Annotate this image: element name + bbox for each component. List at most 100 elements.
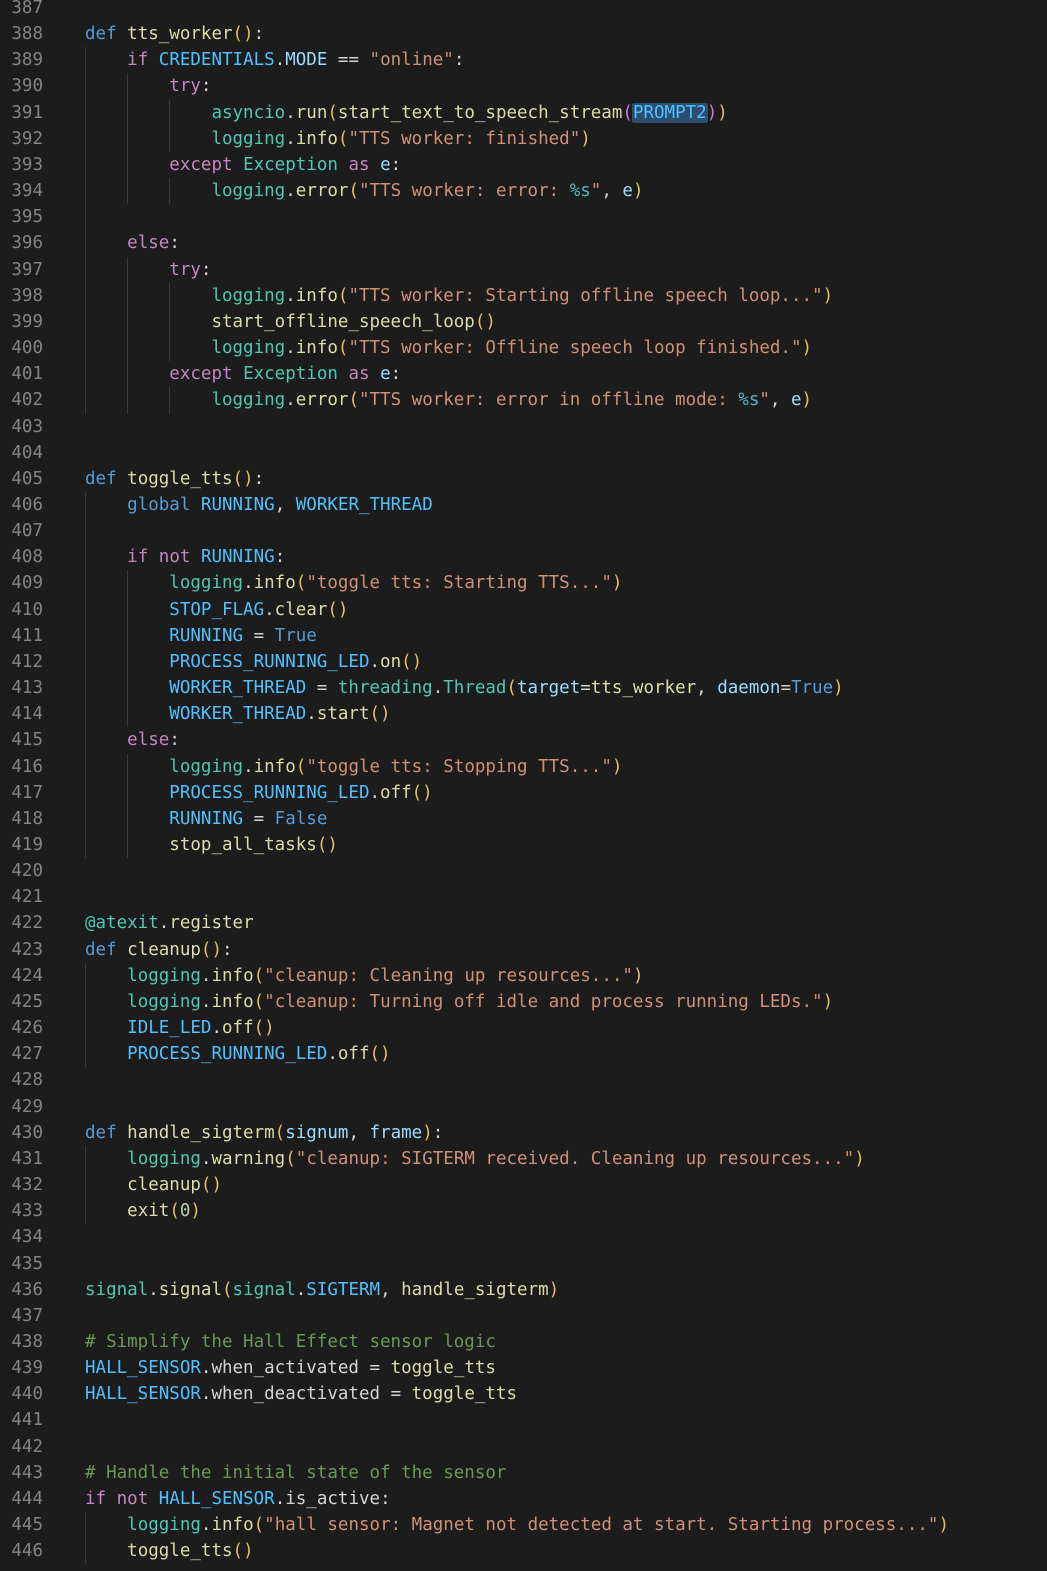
code-line[interactable]: 442 bbox=[0, 1434, 1047, 1460]
code-line[interactable]: 411 RUNNING = True bbox=[0, 622, 1047, 649]
code-line[interactable]: 431 logging.warning("cleanup: SIGTERM re… bbox=[0, 1145, 1047, 1173]
code-line[interactable]: 433 exit(0) bbox=[0, 1198, 1047, 1225]
code-line[interactable]: 426 IDLE_LED.off() bbox=[0, 1015, 1047, 1042]
code-line[interactable]: 443 # Handle the initial state of the sen… bbox=[0, 1460, 1047, 1486]
code-line[interactable]: 419 stop_all_tasks() bbox=[0, 832, 1047, 859]
token-b1: () bbox=[232, 468, 254, 489]
code-line[interactable]: 430 def handle_sigterm(signum, frame): bbox=[0, 1120, 1047, 1146]
code-line[interactable]: 446 toggle_tts() bbox=[0, 1538, 1047, 1565]
code-line[interactable]: 444 if not HALL_SENSOR.is_active: bbox=[0, 1486, 1047, 1512]
token-mod: logging bbox=[211, 390, 286, 411]
code-line[interactable]: 394 logging.error("TTS worker: error: %s… bbox=[0, 178, 1047, 205]
code-line[interactable]: 399 start_offline_speech_loop() bbox=[0, 308, 1047, 336]
code-line[interactable]: 392 logging.info("TTS worker: finished") bbox=[0, 125, 1047, 152]
code-line[interactable]: 409 logging.info("toggle tts: Starting T… bbox=[0, 570, 1047, 597]
code-line[interactable]: 418 RUNNING = False bbox=[0, 805, 1047, 832]
line-number: 429 bbox=[11, 1096, 43, 1117]
code-line[interactable]: 401 except Exception as e: bbox=[0, 361, 1047, 388]
code-line[interactable]: 415 else: bbox=[0, 727, 1047, 754]
code-line[interactable]: 389 if CREDENTIALS.MODE == "online": bbox=[0, 47, 1047, 74]
token-pl: = bbox=[380, 1384, 412, 1405]
code-line[interactable]: 437 bbox=[0, 1303, 1047, 1329]
token-prop: is_active bbox=[285, 1488, 381, 1509]
code-line[interactable]: 400 logging.info("TTS worker: Offline sp… bbox=[0, 335, 1047, 362]
code-line[interactable]: 414 WORKER_THREAD.start() bbox=[0, 701, 1047, 728]
code-line[interactable]: 425 logging.info("cleanup: Turning off i… bbox=[0, 988, 1047, 1016]
code-line[interactable]: 422 @atexit.register bbox=[0, 910, 1047, 936]
code-line[interactable]: 436 signal.signal(signal.SIGTERM, handle_… bbox=[0, 1277, 1047, 1303]
token-mod: logging bbox=[127, 1515, 201, 1536]
code-line[interactable]: 390 try: bbox=[0, 73, 1047, 100]
token-b1: () bbox=[316, 835, 338, 855]
code-line[interactable]: 393 except Exception as e: bbox=[0, 151, 1047, 179]
token-fn: stop_all_tasks bbox=[169, 835, 317, 855]
code-content: stop_all_tasks() bbox=[85, 832, 1047, 859]
code-line[interactable]: 416 logging.info("toggle tts: Stopping T… bbox=[0, 753, 1047, 780]
indent-guide bbox=[169, 335, 171, 362]
token-kw: as bbox=[348, 364, 370, 385]
indent-guide bbox=[85, 491, 86, 519]
line-number: 437 bbox=[11, 1305, 43, 1326]
code-content: asyncio.run(start_text_to_speech_stream(… bbox=[85, 99, 1047, 126]
code-line[interactable]: 421 bbox=[0, 884, 1047, 910]
code-line[interactable]: 387 bbox=[0, 0, 1047, 21]
code-content: def handle_sigterm(signum, frame): bbox=[85, 1120, 1047, 1146]
code-line[interactable]: 413 WORKER_THREAD = threading.Thread(tar… bbox=[0, 675, 1047, 702]
code-content: HALL_SENSOR.when_activated = toggle_tts bbox=[85, 1355, 1047, 1381]
code-line[interactable]: 439 HALL_SENSOR.when_activated = toggle_t… bbox=[0, 1355, 1047, 1381]
code-line[interactable]: 417 PROCESS_RUNNING_LED.off() bbox=[0, 779, 1047, 806]
token-str: "TTS worker: Starting offline speech loo… bbox=[348, 285, 823, 306]
token-ws bbox=[85, 1201, 127, 1221]
token-str: "toggle tts: Stopping TTS..." bbox=[306, 756, 612, 777]
line-number: 439 bbox=[11, 1358, 43, 1379]
code-line[interactable]: 412 PROCESS_RUNNING_LED.on() bbox=[0, 648, 1047, 676]
code-line[interactable]: 428 bbox=[0, 1067, 1047, 1093]
indent-guide bbox=[85, 779, 86, 806]
code-line[interactable]: 410 STOP_FLAG.clear() bbox=[0, 596, 1047, 623]
code-content: else: bbox=[85, 230, 1047, 257]
code-line[interactable]: 402 logging.error("TTS worker: error in … bbox=[0, 387, 1047, 414]
code-line[interactable]: 396 else: bbox=[0, 230, 1047, 257]
code-line[interactable]: 434 bbox=[0, 1224, 1047, 1250]
indent-guide bbox=[85, 151, 86, 179]
token-cst: RUNNING bbox=[169, 625, 244, 646]
code-line[interactable]: 423 def cleanup(): bbox=[0, 937, 1047, 963]
code-line[interactable]: 403 bbox=[0, 414, 1047, 440]
code-line[interactable]: 429 bbox=[0, 1094, 1047, 1120]
token-pl: : bbox=[274, 547, 286, 568]
code-line[interactable]: 445 logging.info("hall sensor: Magnet no… bbox=[0, 1512, 1047, 1539]
code-line[interactable]: 405 def toggle_tts(): bbox=[0, 466, 1047, 492]
token-cst: WORKER_THREAD bbox=[169, 704, 307, 725]
indent-guide bbox=[169, 308, 171, 336]
code-line[interactable]: 408 if not RUNNING: bbox=[0, 544, 1047, 571]
code-line[interactable]: 420 bbox=[0, 858, 1047, 884]
token-ws bbox=[85, 338, 211, 358]
line-number: 411 bbox=[11, 625, 43, 646]
code-line[interactable]: 424 logging.info("cleanup: Cleaning up r… bbox=[0, 962, 1047, 989]
token-var: signum bbox=[285, 1122, 349, 1143]
code-line[interactable]: 440 HALL_SENSOR.when_deactivated = toggle… bbox=[0, 1381, 1047, 1407]
code-line[interactable]: 388 def tts_worker(): bbox=[0, 21, 1047, 47]
token-b1: ( bbox=[348, 181, 359, 202]
code-line[interactable]: 391 asyncio.run(start_text_to_speech_str… bbox=[0, 99, 1047, 126]
code-line[interactable]: 406 global RUNNING, WORKER_THREAD bbox=[0, 491, 1047, 519]
code-line[interactable]: 398 logging.info("TTS worker: Starting o… bbox=[0, 282, 1047, 309]
token-mod: logging bbox=[211, 128, 286, 149]
line-number: 391 bbox=[11, 102, 43, 123]
code-line[interactable]: 397 try: bbox=[0, 256, 1047, 283]
code-content: logging.warning("cleanup: SIGTERM receiv… bbox=[85, 1145, 1047, 1173]
code-line[interactable]: 404 bbox=[0, 440, 1047, 466]
token-pl: . bbox=[369, 782, 381, 803]
code-line[interactable]: 395 bbox=[0, 204, 1047, 231]
code-editor[interactable]: 387 388 def tts_worker(): 389 if CREDENTIAL… bbox=[0, 0, 1047, 1565]
code-content bbox=[85, 1407, 1047, 1433]
code-line[interactable]: 427 PROCESS_RUNNING_LED.off() bbox=[0, 1041, 1047, 1068]
code-line[interactable]: 438 # Simplify the Hall Effect sensor log… bbox=[0, 1329, 1047, 1355]
token-b1: () bbox=[253, 1018, 275, 1039]
code-line[interactable]: 435 bbox=[0, 1251, 1047, 1277]
code-line[interactable]: 441 bbox=[0, 1407, 1047, 1433]
code-line[interactable]: 432 cleanup() bbox=[0, 1172, 1047, 1199]
code-line[interactable]: 407 bbox=[0, 518, 1047, 545]
token-fn: cleanup bbox=[127, 939, 201, 960]
